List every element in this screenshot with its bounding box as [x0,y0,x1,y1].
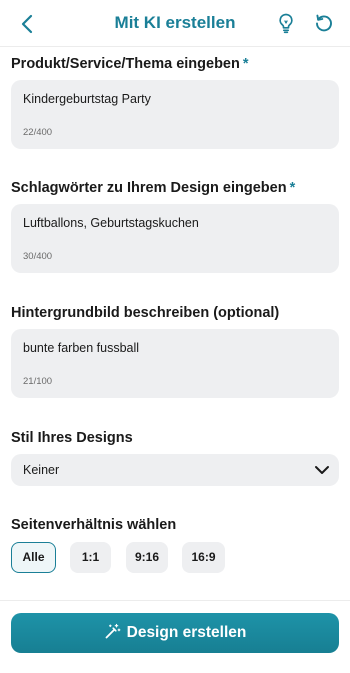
background-input-value: bunte farben fussball [23,341,140,355]
lightbulb-icon[interactable] [274,11,298,35]
background-char-counter: 21/100 [23,376,53,387]
aspect-option-16-9[interactable]: 16:9 [182,542,225,573]
required-marker: * [289,180,296,196]
top-bar: Mit KI erstellen [0,0,350,46]
product-label-text: Produkt/Service/Thema eingeben [11,56,240,72]
background-label-text: Hintergrundbild beschreiben (optional) [11,305,280,321]
required-marker: * [242,56,249,72]
aspect-ratio-label: Seitenverhältnis wählen [11,517,176,533]
product-input-value: Kindergeburtstag Party [23,92,151,106]
style-label: Stil Ihres Designs [11,430,133,446]
aspect-option-9-16[interactable]: 9:16 [126,542,168,573]
keywords-label-text: Schlagwörter zu Ihrem Design eingeben [11,180,287,196]
reset-icon[interactable] [312,11,336,35]
create-design-label: Design erstellen [126,624,247,641]
background-label: Hintergrundbild beschreiben (optional) [11,305,279,321]
footer-divider [0,600,350,601]
style-label-text: Stil Ihres Designs [11,430,133,446]
product-input[interactable]: Kindergeburtstag Party 22/400 [11,80,339,149]
aspect-option-all[interactable]: Alle [11,542,56,573]
keywords-label: Schlagwörter zu Ihrem Design eingeben * [11,180,295,196]
aspect-option-1-1[interactable]: 1:1 [70,542,111,573]
product-label: Produkt/Service/Thema eingeben * [11,56,249,72]
aspect-ratio-label-text: Seitenverhältnis wählen [11,517,177,533]
keywords-char-counter: 30/400 [23,251,53,262]
header-divider [0,46,350,47]
style-select[interactable]: Keiner [11,454,339,486]
magic-wand-icon [104,616,121,639]
keywords-input-value: Luftballons, Geburtstagskuchen [23,216,199,230]
chevron-down-icon [313,461,331,479]
background-input[interactable]: bunte farben fussball 21/100 [11,329,339,398]
product-char-counter: 22/400 [23,127,53,138]
keywords-input[interactable]: Luftballons, Geburtstagskuchen 30/400 [11,204,339,273]
style-select-value: Keiner [23,463,60,477]
create-design-button[interactable]: Design erstellen [11,613,339,653]
